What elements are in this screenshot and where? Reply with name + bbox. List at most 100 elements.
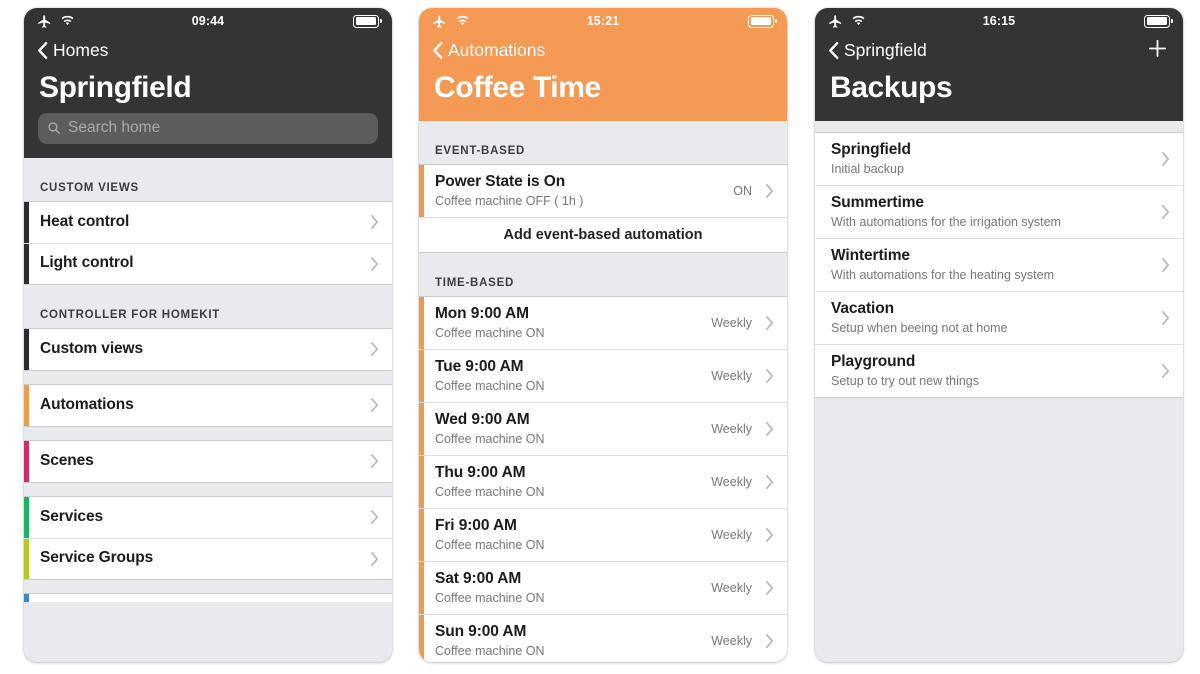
- list-item-subtitle: Initial backup: [831, 161, 904, 176]
- section-automations: Automations: [24, 383, 392, 427]
- list-item[interactable]: Service Groups: [24, 537, 392, 579]
- chevron-right-icon: [1161, 151, 1170, 166]
- add-backup-button[interactable]: [1146, 37, 1169, 65]
- chevron-right-icon: [765, 474, 774, 489]
- list-item[interactable]: Automations: [24, 384, 392, 426]
- search-input[interactable]: Search home: [38, 112, 378, 144]
- back-button-automations[interactable]: Automations: [432, 40, 545, 61]
- list-item-repeat: Weekly: [711, 527, 752, 542]
- list-item-cut-off[interactable]: [24, 592, 392, 602]
- list-item[interactable]: Tue 9:00 AM Coffee machine ON Weekly: [419, 348, 787, 402]
- back-button-label: Springfield: [844, 40, 927, 60]
- list-item-title: Power State is On: [435, 172, 566, 190]
- list-item[interactable]: Sat 9:00 AM Coffee machine ON Weekly: [419, 560, 787, 614]
- list-item[interactable]: Wintertime With automations for the heat…: [815, 237, 1183, 291]
- section-controller: Custom views: [24, 327, 392, 371]
- list-item-title: Sun 9:00 AM: [435, 622, 527, 640]
- chevron-left-icon: [38, 41, 48, 60]
- list-item[interactable]: Springfield Initial backup: [815, 132, 1183, 185]
- row-accent-bar: [24, 201, 29, 243]
- list-item[interactable]: Summertime With automations for the irri…: [815, 184, 1183, 238]
- list-item[interactable]: Playground Setup to try out new things: [815, 343, 1183, 397]
- list-item[interactable]: Power State is On Coffee machine OFF ( 1…: [419, 164, 787, 217]
- list-item-subtitle: Coffee machine ON: [435, 431, 545, 446]
- plus-icon: [1148, 39, 1167, 57]
- row-accent-bar: [419, 455, 424, 508]
- list-item-repeat: Weekly: [711, 315, 752, 330]
- add-event-based-automation-button[interactable]: Add event-based automation: [419, 216, 787, 252]
- battery-full-icon: [353, 14, 382, 28]
- list-item-title: Light control: [40, 254, 134, 272]
- chevron-right-icon: [370, 551, 379, 566]
- list-item-title: Wintertime: [831, 246, 910, 264]
- back-button-springfield[interactable]: Springfield: [828, 40, 927, 61]
- list-item-title: Mon 9:00 AM: [435, 304, 529, 322]
- section-services: Services Service Groups: [24, 495, 392, 580]
- list-item-subtitle: With automations for the irrigation syst…: [831, 214, 1061, 229]
- chevron-right-icon: [1161, 363, 1170, 378]
- phone-screen-backups: 16:15 Springfield Backups Springfield In…: [815, 8, 1183, 662]
- search-icon: [48, 122, 60, 134]
- list-item-subtitle: Coffee machine ON: [435, 378, 545, 393]
- list-item[interactable]: Heat control: [24, 201, 392, 243]
- chevron-right-icon: [370, 256, 379, 271]
- list-item[interactable]: Thu 9:00 AM Coffee machine ON Weekly: [419, 454, 787, 508]
- back-button-homes[interactable]: Homes: [37, 40, 108, 61]
- chevron-right-icon: [765, 633, 774, 648]
- list-item-title: Services: [40, 507, 103, 525]
- back-button-label: Automations: [448, 40, 546, 60]
- list-item-subtitle: Coffee machine ON: [435, 643, 545, 658]
- list-item[interactable]: Light control: [24, 242, 392, 284]
- list-item-repeat: Weekly: [711, 474, 752, 489]
- back-button-label: Homes: [53, 40, 109, 60]
- status-bar-time: 15:21: [586, 14, 620, 28]
- row-accent-bar: [419, 164, 424, 217]
- section-header-custom-views: CUSTOM VIEWS: [40, 181, 139, 194]
- page-title: Coffee Time: [434, 71, 601, 104]
- battery-full-icon: [1144, 14, 1173, 28]
- list-item-subtitle: Coffee machine ON: [435, 484, 545, 499]
- section-scenes: Scenes: [24, 439, 392, 483]
- battery-full-icon: [748, 14, 777, 28]
- list-item-repeat: Weekly: [711, 580, 752, 595]
- chevron-right-icon: [765, 421, 774, 436]
- list-item[interactable]: Services: [24, 496, 392, 538]
- backups-list: Springfield Initial backup Summertime Wi…: [815, 120, 1183, 662]
- status-bar: 09:44: [24, 8, 392, 34]
- list-item[interactable]: Sun 9:00 AM Coffee machine ON Weekly: [419, 613, 787, 662]
- list-item-subtitle: With automations for the heating system: [831, 267, 1055, 282]
- chevron-right-icon: [370, 397, 379, 413]
- row-accent-bar: [419, 561, 424, 614]
- list-item[interactable]: Vacation Setup when beeing not at home: [815, 290, 1183, 344]
- list-item-title: Summertime: [831, 193, 924, 211]
- row-accent-bar: [419, 508, 424, 561]
- phone-screen-automation: 15:21 Automations Coffee Time EVENT-BASE…: [419, 8, 787, 662]
- list-item-repeat: Weekly: [711, 368, 752, 383]
- chevron-left-icon: [433, 41, 443, 60]
- list-item[interactable]: Fri 9:00 AM Coffee machine ON Weekly: [419, 507, 787, 561]
- list-item[interactable]: Wed 9:00 AM Coffee machine ON Weekly: [419, 401, 787, 455]
- list-item-subtitle: Coffee machine ON: [435, 537, 545, 552]
- home-list: CUSTOM VIEWS Heat control Light control …: [24, 157, 392, 662]
- row-accent-bar: [24, 538, 29, 579]
- list-item-title: Wed 9:00 AM: [435, 410, 530, 428]
- list-item[interactable]: Custom views: [24, 328, 392, 370]
- list-item-title: Service Groups: [40, 549, 154, 567]
- list-item-title: Automations: [40, 395, 134, 413]
- list-item-subtitle: Coffee machine ON: [435, 325, 545, 340]
- chevron-right-icon: [765, 527, 774, 542]
- status-bar-time: 09:44: [191, 14, 225, 28]
- section-time-based: Mon 9:00 AM Coffee machine ON Weekly Tue…: [419, 295, 787, 662]
- list-item-title: Springfield: [831, 140, 911, 158]
- chevron-right-icon: [370, 214, 379, 230]
- list-item[interactable]: Mon 9:00 AM Coffee machine ON Weekly: [419, 296, 787, 349]
- list-item-subtitle: Setup to try out new things: [831, 373, 980, 388]
- section-event-based: Power State is On Coffee machine OFF ( 1…: [419, 163, 787, 253]
- nav-header: Springfield Backups: [815, 34, 1183, 121]
- chevron-right-icon: [370, 509, 379, 525]
- section-header-event-based: EVENT-BASED: [435, 144, 526, 157]
- list-item[interactable]: Scenes: [24, 440, 392, 482]
- section-header-controller: CONTROLLER FOR HOMEKIT: [40, 308, 221, 321]
- list-item-subtitle: Coffee machine ON: [435, 590, 545, 605]
- list-item-title: Heat control: [40, 212, 130, 230]
